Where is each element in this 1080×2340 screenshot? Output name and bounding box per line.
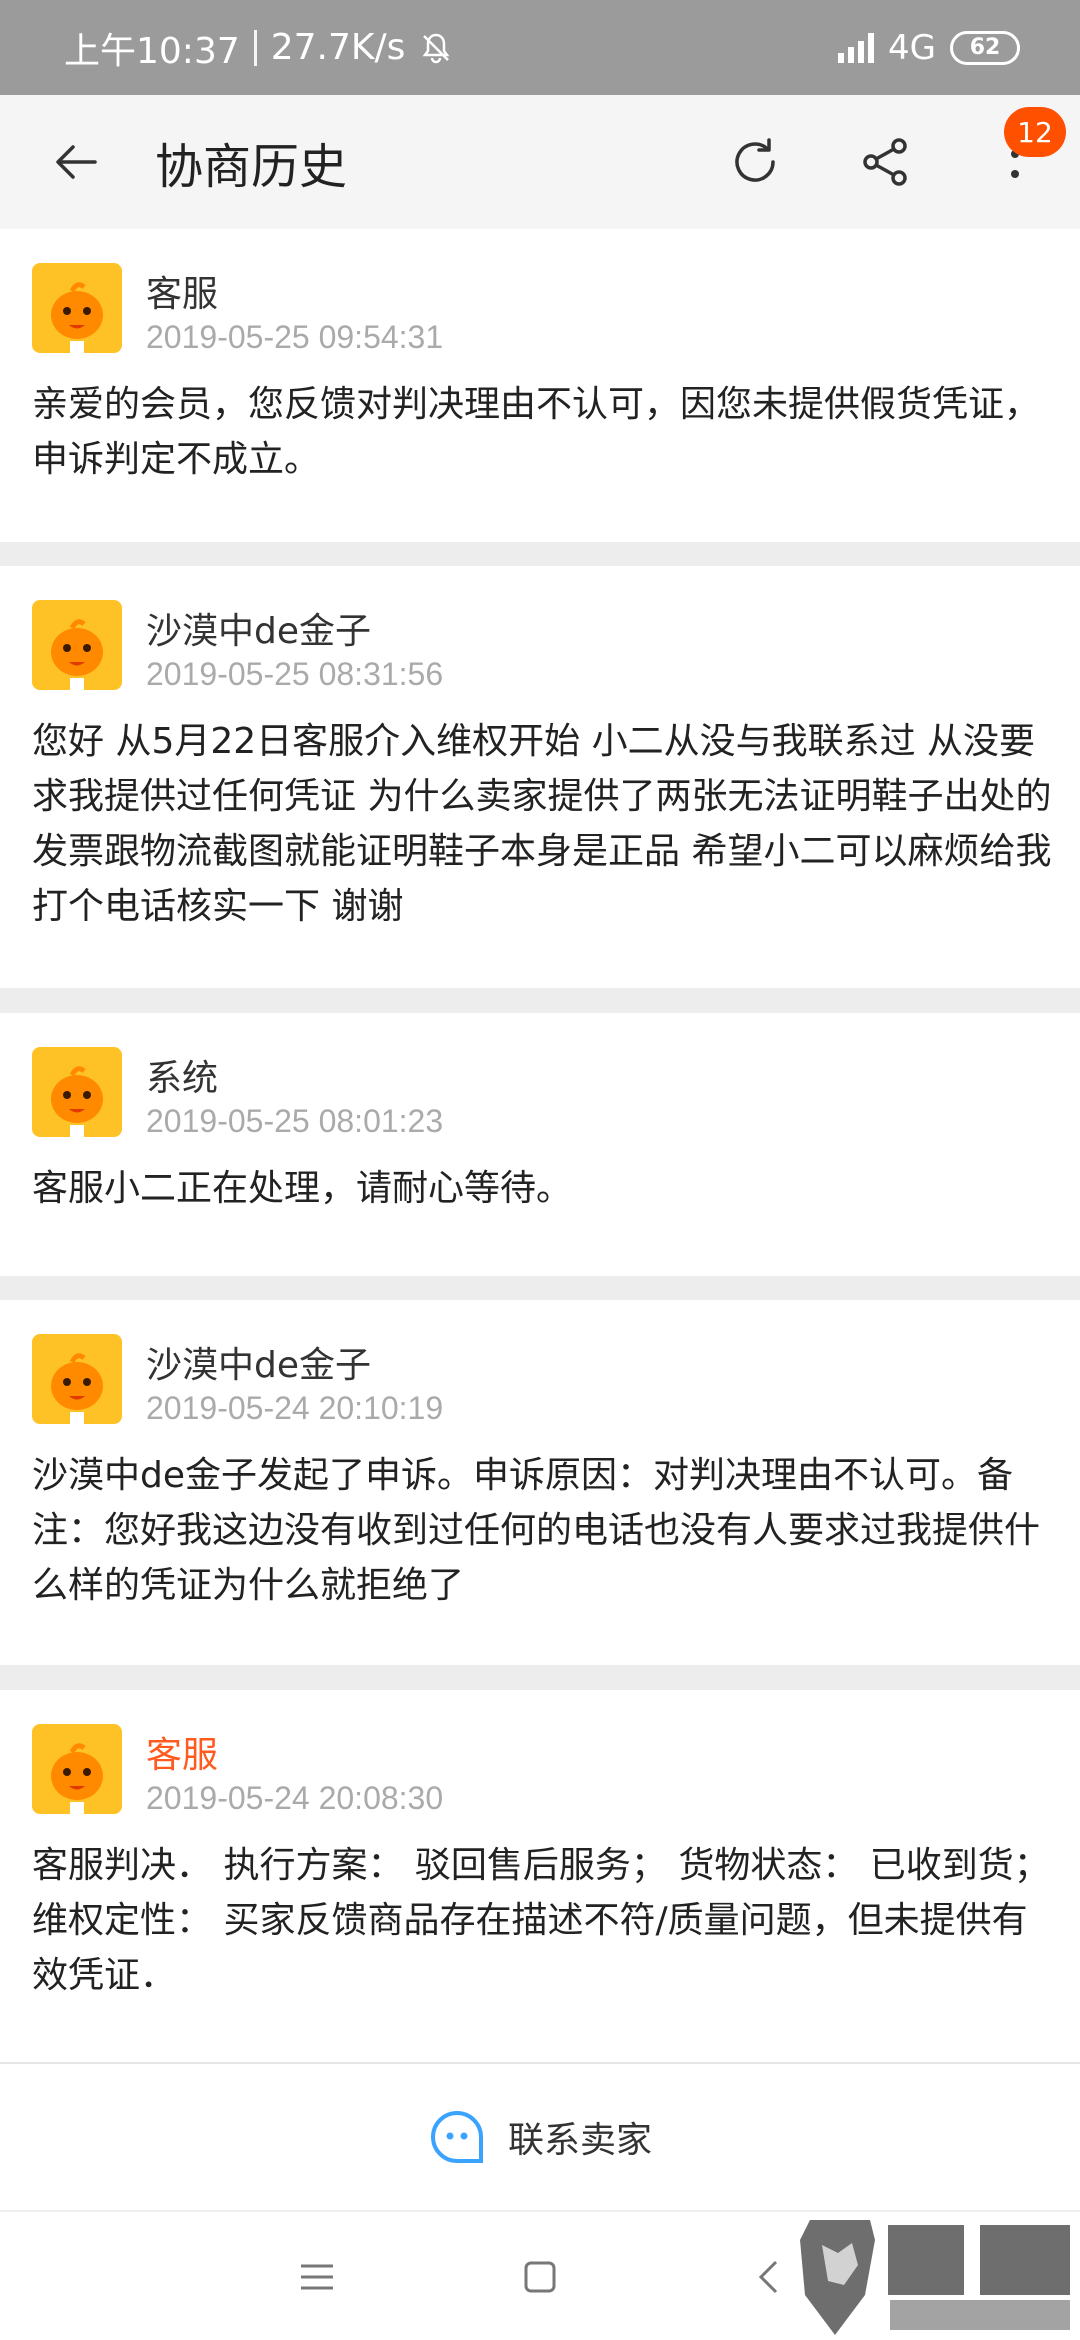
back-arrow-icon: [56, 145, 97, 179]
message-text: 客服判决． 执行方案： 驳回售后服务； 货物状态： 已收到货； 维权定性： 买家…: [32, 1845, 1050, 1996]
message-card: 客服 2019-05-25 09:54:31 亲爱的会员，您反馈对判决理由不认可…: [0, 229, 1080, 542]
share-icon: [863, 138, 907, 186]
refresh-button[interactable]: [690, 95, 820, 229]
avatar: [32, 1724, 122, 1814]
mute-bell-icon: [422, 33, 450, 63]
status-bar: 上午10:37 27.7K/s 4G 62: [0, 0, 1080, 95]
message-text: 客服小二正在处理，请耐心等待。: [32, 1168, 573, 1209]
network-type: 4G: [888, 27, 936, 68]
message-card: 沙漠中de金子 2019-05-24 20:10:19 沙漠中de金子发起了申诉…: [0, 1300, 1080, 1665]
message-card: 系统 2019-05-25 08:01:23 客服小二正在处理，请耐心等待。: [0, 1013, 1080, 1276]
sender-name: 客服: [146, 1735, 219, 1776]
message-text: 沙漠中de金子发起了申诉。申诉原因：对判决理由不认可。备注：您好我这边没有收到过…: [32, 1455, 1041, 1606]
app-bar: 协商历史 12: [0, 95, 1080, 229]
sender-name: 沙漠中de金子: [146, 1345, 372, 1386]
sender-name: 系统: [146, 1058, 219, 1099]
signal-icon: [838, 32, 875, 63]
message-time: 2019-05-25 08:31:56: [146, 656, 444, 692]
avatar: [32, 1047, 122, 1137]
back-chevron-icon: [758, 2260, 778, 2294]
message-text: 您好 从5月22日客服介入维权开始 小二从没与我联系过 从没要求我提供过任何凭证…: [32, 721, 1052, 927]
more-button[interactable]: 12: [950, 95, 1080, 229]
message-card: 客服 2019-05-24 20:08:30 客服判决． 执行方案： 驳回售后服…: [0, 1690, 1080, 2062]
avatar: [32, 600, 122, 690]
avatar: [32, 263, 122, 353]
message-time: 2019-05-24 20:10:19: [146, 1390, 444, 1426]
chat-bubble-icon: [431, 2110, 483, 2163]
message-time: 2019-05-25 09:54:31: [146, 319, 444, 355]
sender-name: 客服: [146, 274, 219, 315]
home-square-icon: [524, 2261, 556, 2293]
message-text: 亲爱的会员，您反馈对判决理由不认可，因您未提供假货凭证，申诉判定不成立。: [32, 384, 1041, 480]
share-button[interactable]: [820, 95, 950, 229]
home-nav-button[interactable]: [505, 2242, 575, 2312]
status-separator: [253, 29, 257, 66]
contact-seller-button[interactable]: 联系卖家: [0, 2062, 1080, 2210]
status-speed: 27.7K/s: [270, 27, 406, 68]
refresh-icon: [735, 138, 775, 182]
sender-name: 沙漠中de金子: [146, 611, 372, 652]
message-time: 2019-05-24 20:08:30: [146, 1780, 444, 1816]
contact-seller-label: 联系卖家: [507, 2120, 652, 2161]
menu-icon: [301, 2264, 333, 2290]
page-title: 协商历史: [155, 139, 348, 195]
message-card: 沙漠中de金子 2019-05-25 08:31:56 您好 从5月22日客服介…: [0, 566, 1080, 988]
back-button[interactable]: [0, 95, 150, 229]
notification-badge: 12: [1004, 107, 1066, 157]
menu-nav-button[interactable]: [282, 2242, 352, 2312]
battery-icon: 62: [950, 30, 1020, 65]
watermark-logo: [800, 2215, 1080, 2340]
back-nav-button[interactable]: [733, 2242, 803, 2312]
battery-level: 62: [969, 35, 1001, 60]
message-time: 2019-05-25 08:01:23: [146, 1103, 444, 1139]
status-time: 上午10:37: [64, 30, 240, 72]
avatar: [32, 1334, 122, 1424]
